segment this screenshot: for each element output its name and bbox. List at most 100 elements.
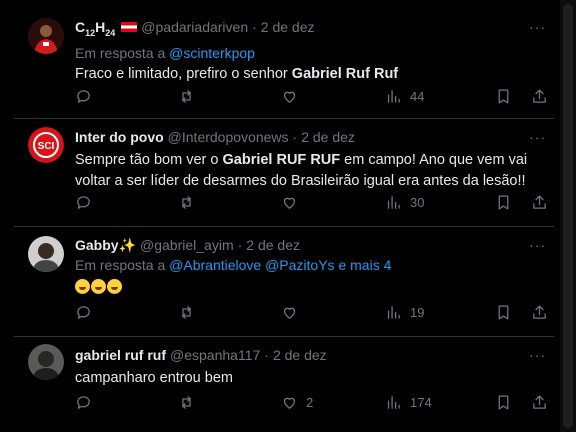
bookmark-button[interactable] [495, 394, 512, 411]
share-button[interactable] [531, 88, 548, 105]
view-count: 44 [410, 89, 425, 104]
timeline-feed: C12H24 @padariadariven · 2 de dez ··· Em… [0, 0, 560, 432]
tweet-actions: 19 [75, 304, 550, 322]
like-button[interactable] [281, 88, 298, 105]
bookmark-icon [498, 305, 509, 320]
user-handle[interactable]: @Interdopovonews [168, 128, 289, 146]
more-options-icon[interactable]: ··· [529, 18, 546, 36]
player-avatar-icon [28, 18, 64, 54]
retweet-button[interactable] [178, 304, 195, 321]
retweet-icon [182, 90, 191, 103]
reply-icon [77, 90, 90, 103]
display-name[interactable]: Inter do povo [75, 128, 164, 146]
internacional-crest-icon: SCI [28, 127, 64, 163]
bookmark-button[interactable] [495, 88, 512, 105]
retweet-button[interactable] [178, 394, 195, 411]
tweet-date[interactable]: 2 de dez [261, 18, 315, 36]
sparkles-icon: ✨ [118, 237, 137, 253]
avatar[interactable] [28, 236, 64, 272]
user-handle[interactable]: @gabriel_ayim [140, 236, 234, 254]
separator-dot: · [292, 129, 298, 145]
more-options-icon[interactable]: ··· [529, 236, 546, 254]
bookmark-icon [498, 395, 509, 410]
like-button[interactable] [281, 194, 298, 211]
more-options-icon[interactable]: ··· [529, 128, 546, 146]
rolling-laughing-emoji-icon [75, 279, 90, 294]
share-icon [533, 195, 546, 209]
share-button[interactable] [531, 194, 548, 211]
bookmark-button[interactable] [495, 304, 512, 321]
reply-button[interactable] [75, 194, 92, 211]
reply-mention-link[interactable]: @PazitoYs [265, 257, 334, 273]
reply-icon [77, 306, 90, 319]
heart-icon [283, 91, 296, 103]
reply-context: Em resposta a @Abrantielove @PazitoYs e … [75, 257, 392, 273]
share-icon [533, 89, 546, 103]
reply-mention-link[interactable]: @Abrantielove [169, 257, 261, 273]
reply-button[interactable] [75, 394, 92, 411]
user-handle[interactable]: @espanha117 [170, 346, 260, 364]
views-chart-icon [387, 306, 400, 319]
view-count: 174 [410, 395, 432, 410]
display-name[interactable]: gabriel ruf ruf [75, 346, 166, 364]
views-chart-icon [387, 90, 400, 103]
avatar[interactable] [28, 18, 64, 54]
tweet-text [75, 278, 546, 299]
views-button[interactable]: 174 [385, 394, 432, 411]
separator-dot: · [252, 19, 257, 35]
reply-button[interactable] [75, 304, 92, 321]
reply-icon [77, 396, 90, 409]
tweet-text: campanharo entrou bem [75, 370, 233, 386]
reply-mention-link[interactable]: @scinterkpop [169, 45, 255, 61]
svg-text:SCI: SCI [38, 141, 55, 152]
tweet-date[interactable]: 2 de dez [301, 128, 355, 146]
tweet-text: Fraco e limitado, prefiro o senhor Gabri… [75, 65, 399, 82]
tweet-date[interactable]: 2 de dez [246, 236, 300, 254]
tweet-actions: 2 174 [75, 394, 550, 412]
rolling-laughing-emoji-icon [91, 279, 106, 294]
person-avatar-icon [28, 236, 64, 272]
view-count: 30 [410, 195, 425, 210]
reply-button[interactable] [75, 88, 92, 105]
more-options-icon[interactable]: ··· [529, 346, 546, 364]
rolling-laughing-emoji-icon [107, 279, 122, 294]
retweet-button[interactable] [178, 194, 195, 211]
austria-flag-icon [121, 22, 138, 32]
retweet-icon [182, 306, 191, 319]
retweet-icon [182, 396, 191, 409]
views-chart-icon [387, 396, 400, 409]
separator-dot: · [264, 347, 269, 363]
heart-icon [283, 397, 296, 409]
views-button[interactable]: 30 [385, 194, 424, 211]
bookmark-icon [498, 195, 509, 210]
tweet-actions: 30 [75, 194, 550, 212]
like-button[interactable]: 2 [281, 394, 313, 411]
views-button[interactable]: 19 [385, 304, 424, 321]
avatar[interactable] [28, 344, 64, 380]
tweet[interactable]: Gabby✨ @gabriel_ayim · 2 de dez ··· Em r… [14, 226, 554, 337]
bookmark-icon [498, 89, 509, 104]
retweet-button[interactable] [178, 88, 195, 105]
views-button[interactable]: 44 [385, 88, 424, 105]
person-avatar-icon [28, 344, 64, 380]
reply-more-link[interactable]: e mais 4 [338, 257, 391, 273]
like-count: 2 [306, 395, 314, 410]
bookmark-button[interactable] [495, 194, 512, 211]
display-name[interactable]: C12H24 [75, 18, 115, 42]
reply-context: Em resposta a @scinterkpop [75, 44, 255, 61]
user-handle[interactable]: @padariadariven [141, 18, 248, 36]
scrollbar-thumb[interactable] [563, 4, 573, 428]
tweet-actions: 44 [75, 88, 550, 106]
share-button[interactable] [531, 394, 548, 411]
scrollbar[interactable] [560, 0, 576, 432]
tweet[interactable]: C12H24 @padariadariven · 2 de dez ··· Em… [14, 0, 554, 119]
share-icon [533, 305, 546, 319]
tweet[interactable]: SCI Inter do povo @Interdopovonews · 2 d… [14, 118, 554, 227]
like-button[interactable] [281, 304, 298, 321]
share-button[interactable] [531, 304, 548, 321]
tweet-date[interactable]: 2 de dez [273, 346, 327, 364]
display-name[interactable]: Gabby✨ [75, 236, 136, 254]
reply-icon [77, 196, 90, 209]
tweet[interactable]: gabriel ruf ruf @espanha117 · 2 de dez ·… [14, 336, 554, 432]
avatar[interactable]: SCI [28, 127, 64, 163]
